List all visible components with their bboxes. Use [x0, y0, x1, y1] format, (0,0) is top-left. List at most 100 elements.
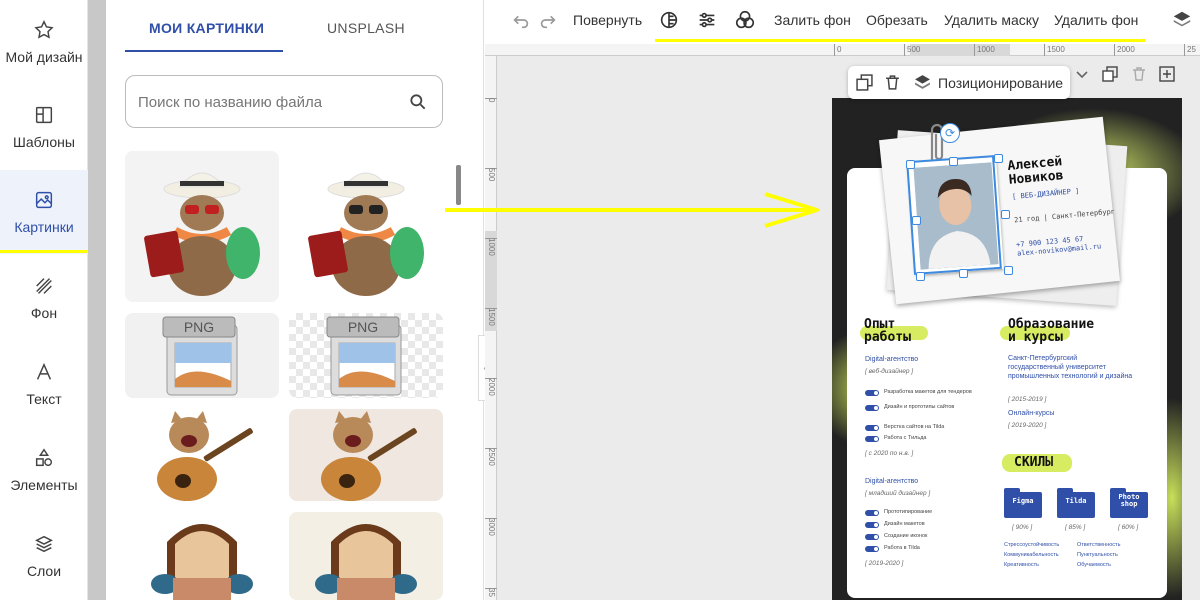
sidebar-item-my-design[interactable]: Мой дизайн	[0, 0, 88, 84]
job-task: Создание иконок	[884, 533, 928, 539]
job-company: Digital-агентство	[865, 356, 919, 363]
sidebar-item-templates[interactable]: Шаблоны	[0, 85, 88, 169]
ruler-tick-label: 35	[487, 588, 496, 597]
soft-skill: Обучаемость	[1077, 562, 1112, 568]
highlight-underline	[655, 39, 1145, 42]
sidebar-item-layers[interactable]: Слои	[0, 514, 88, 598]
image-thumbnail[interactable]	[289, 512, 443, 600]
resize-handle[interactable]	[1004, 266, 1013, 275]
image-thumbnail[interactable]	[125, 409, 279, 501]
resize-handle[interactable]	[994, 154, 1003, 163]
image-thumbnail[interactable]	[125, 151, 279, 302]
png-label: PNG	[348, 319, 378, 335]
duplicate-page-icon[interactable]	[1102, 66, 1118, 82]
sidebar-item-background[interactable]: Фон	[0, 256, 88, 340]
sidebar-scrollbar[interactable]	[88, 0, 106, 600]
job-period: [ 2019-2020 ]	[865, 560, 904, 567]
image-thumbnail[interactable]: PNG	[125, 313, 279, 398]
sidebar-item-label: Текст	[26, 391, 62, 407]
image-thumbnail[interactable]	[289, 409, 443, 501]
png-file-icon: PNG	[326, 316, 402, 396]
rotate-handle-icon[interactable]: ⟳	[940, 123, 960, 143]
skill-name: Photo shop	[1118, 493, 1140, 508]
armchair-image	[315, 524, 417, 600]
toggle-bullet	[865, 436, 879, 442]
layers-icon[interactable]	[1171, 9, 1193, 31]
top-toolbar: Повернуть Залить фон Обрезать Удалить ма…	[485, 0, 1200, 42]
sidebar-item-elements[interactable]: Элементы	[0, 428, 88, 512]
image-thumbnail[interactable]	[125, 512, 279, 600]
ruler-tick-label: 500	[904, 44, 920, 56]
search-input[interactable]	[138, 90, 398, 114]
resize-handle[interactable]	[1001, 210, 1010, 219]
education-period: [ 2015-2019 ]	[1008, 396, 1047, 403]
sidebar-item-label: Мой дизайн	[5, 49, 83, 65]
undo-icon[interactable]	[510, 9, 532, 31]
delete-page-icon[interactable]	[1131, 66, 1147, 82]
resize-handle[interactable]	[912, 216, 921, 225]
image-thumbnail[interactable]	[289, 151, 443, 302]
sidebar-item-images[interactable]: Картинки	[0, 170, 88, 254]
education-name: Онлайн-курсы	[1008, 410, 1055, 417]
resize-handle[interactable]	[906, 160, 915, 169]
selection-frame[interactable]	[906, 155, 1002, 275]
panel-scrollbar[interactable]	[456, 0, 484, 600]
templates-icon	[35, 106, 53, 124]
resize-handle[interactable]	[959, 269, 968, 278]
sidebar-item-label: Фон	[30, 305, 58, 321]
adjustments-icon[interactable]	[696, 9, 718, 31]
skill-name: Tilda	[1065, 497, 1087, 505]
soft-skill: Пунктуальность	[1077, 552, 1118, 558]
ruler-tick-label: 2500	[487, 448, 496, 466]
layers-icon[interactable]	[914, 74, 931, 91]
design-page[interactable]: ⟳ Алексей Новиков [ ВЕБ-ДИЗАЙНЕР ] 21 го…	[832, 98, 1182, 600]
crop-button[interactable]: Обрезать	[866, 12, 928, 28]
skill-badge: Photo shop	[1110, 488, 1148, 518]
filters-icon[interactable]	[734, 9, 756, 31]
horizontal-ruler: 0 500 1000 1500 2000 25	[832, 44, 1200, 56]
ruler-tick-label: 2000	[487, 378, 496, 396]
redo-icon[interactable]	[537, 9, 559, 31]
education-name: Санкт-Петербургский государственный унив…	[1008, 355, 1133, 380]
elements-icon	[35, 448, 53, 467]
resize-handle[interactable]	[916, 272, 925, 281]
sidebar-item-label: Картинки	[14, 219, 74, 235]
sidebar-item-label: Шаблоны	[13, 134, 75, 150]
positioning-button[interactable]: Позиционирование	[938, 75, 1063, 91]
job-company: Digital-агентство	[865, 478, 919, 485]
star-icon	[34, 20, 54, 39]
duplicate-icon[interactable]	[856, 74, 873, 91]
job-task: Верстка сайтов на Tilda	[884, 424, 945, 430]
trash-icon[interactable]	[884, 74, 901, 91]
ruler-tick-label: 2000	[1114, 44, 1135, 56]
resize-handle[interactable]	[949, 157, 958, 166]
remove-mask-button[interactable]: Удалить маску	[944, 12, 1039, 28]
image-thumbnail[interactable]: PNG	[289, 313, 443, 398]
background-icon	[36, 278, 52, 294]
image-icon	[35, 191, 53, 209]
contrast-icon[interactable]	[658, 9, 680, 31]
fill-background-button[interactable]: Залить фон	[774, 12, 851, 28]
soft-skill: Коммуникабельность	[1004, 552, 1059, 558]
job-task: Разработка макетов для тендеров	[884, 389, 972, 395]
job-role: [ веб-дизайнер ]	[865, 368, 914, 375]
tab-unsplash[interactable]: UNSPLASH	[327, 20, 405, 36]
sidebar-item-text[interactable]: Текст	[0, 342, 88, 426]
toggle-bullet	[865, 425, 879, 431]
toggle-bullet	[865, 546, 879, 552]
skills-title: СКИЛЫ	[1014, 455, 1054, 470]
horizontal-ruler-margin	[485, 44, 832, 56]
cat-guitar-image	[321, 411, 417, 501]
skill-name: Figma	[1012, 497, 1034, 505]
search-icon[interactable]	[408, 92, 428, 112]
soft-skill: Стрессоустойчивость	[1004, 542, 1060, 548]
rotate-button[interactable]: Повернуть	[573, 12, 642, 28]
ruler-tick-label: 0	[834, 44, 841, 56]
skill-level: [ 85% ]	[1065, 524, 1086, 531]
chevron-down-icon[interactable]	[1074, 66, 1090, 82]
annotation-arrow	[445, 192, 819, 228]
ruler-selection	[910, 44, 1010, 56]
remove-background-button[interactable]: Удалить фон	[1054, 12, 1138, 28]
tab-my-images[interactable]: МОИ КАРТИНКИ	[149, 20, 264, 36]
add-page-icon[interactable]	[1159, 66, 1175, 82]
